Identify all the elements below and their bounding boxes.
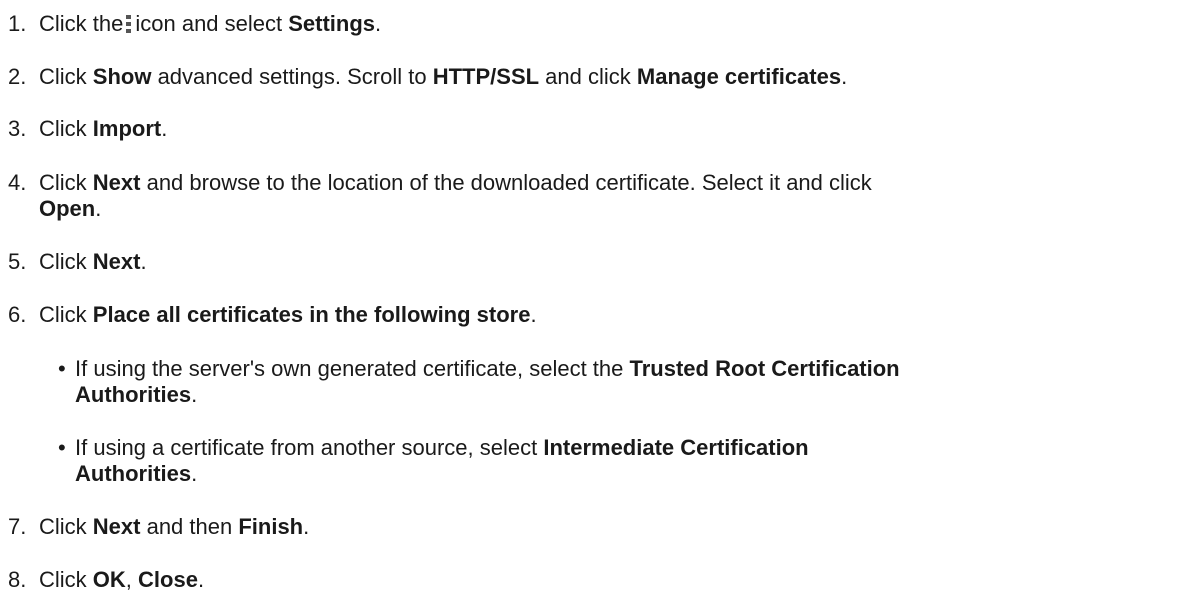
bullet-marker: • (58, 356, 66, 381)
step-number: 7. (8, 514, 27, 539)
ui-term: Import (92, 116, 162, 141)
ui-term: Next (92, 249, 141, 274)
bullet-text-part: . (191, 461, 198, 486)
bullet-marker: • (58, 435, 66, 460)
step-text-part: and browse to the location of the downlo… (140, 170, 872, 195)
step-text-part: . (841, 64, 848, 89)
step-text: Click Next. (39, 249, 1180, 275)
step-text-part: and then (140, 514, 239, 539)
ui-term: Place all certificates in the following … (92, 302, 531, 327)
step-text-part: . (375, 11, 382, 36)
bullet-text: If using the server's own generated cert… (75, 356, 1180, 408)
step-text-part: and click (539, 64, 637, 89)
step-text-part: Click (39, 567, 93, 592)
step-number: 4. (8, 170, 27, 195)
ui-term: Finish (238, 514, 304, 539)
step-text-part: Click (39, 514, 93, 539)
step-text-part: . (161, 116, 168, 141)
step-number: 5. (8, 249, 27, 274)
step-text-part: , (125, 567, 139, 592)
step-text: Click Import. (39, 116, 1180, 142)
bullet-text-part: If using the server's own generated cert… (75, 356, 630, 381)
step-text: Click the icon and select Settings. (39, 11, 1180, 37)
ui-term: OK (92, 567, 126, 592)
step-text-part: Click (39, 116, 93, 141)
kebab-menu-icon (126, 15, 132, 33)
step-text: Click OK, Close. (39, 567, 1180, 593)
ui-term: Trusted Root Certification (629, 356, 900, 381)
ui-term: Manage certificates (636, 64, 842, 89)
ui-term: Next (92, 514, 141, 539)
ui-term: Open (39, 196, 96, 221)
bullet-text-part: . (191, 382, 198, 407)
step-text-part: . (95, 196, 102, 221)
step-text-part: Click (39, 302, 93, 327)
ui-term: Next (92, 170, 141, 195)
ui-term: Close (138, 567, 198, 592)
step-number: 3. (8, 116, 27, 141)
step-text-part: . (530, 302, 537, 327)
step-text-part: Click the (39, 11, 124, 36)
step-text-part: . (303, 514, 310, 539)
step-text: Click Next and browse to the location of… (39, 170, 1180, 222)
step-text: Click Next and then Finish. (39, 514, 1180, 540)
step-text-part: advanced settings. Scroll to (151, 64, 433, 89)
step-number: 2. (8, 64, 27, 89)
step-number: 1. (8, 11, 27, 36)
step-number: 6. (8, 302, 27, 327)
step-text-part: icon and select (135, 11, 289, 36)
step-number: 8. (8, 567, 27, 592)
ui-term: HTTP/SSL (432, 64, 540, 89)
step-text: Click Show advanced settings. Scroll to … (39, 64, 1180, 90)
step-text-part: Click (39, 64, 93, 89)
step-text-part: Click (39, 249, 93, 274)
bullet-text-part: If using a certificate from another sour… (75, 435, 544, 460)
ui-term: Settings (288, 11, 376, 36)
instructions-list: 1. Click the icon and select Settings. 2.… (0, 0, 1193, 605)
ui-term: Show (92, 64, 152, 89)
step-text: Click Place all certificates in the foll… (39, 302, 1180, 328)
bullet-text: If using a certificate from another sour… (75, 435, 1180, 487)
step-text-part: . (197, 567, 205, 592)
ui-term: Intermediate Certification (543, 435, 809, 460)
ui-term: Authorities (75, 382, 192, 407)
ui-term: Authorities (75, 461, 192, 486)
step-text-part: Click (39, 170, 93, 195)
step-text-part: . (140, 249, 147, 274)
